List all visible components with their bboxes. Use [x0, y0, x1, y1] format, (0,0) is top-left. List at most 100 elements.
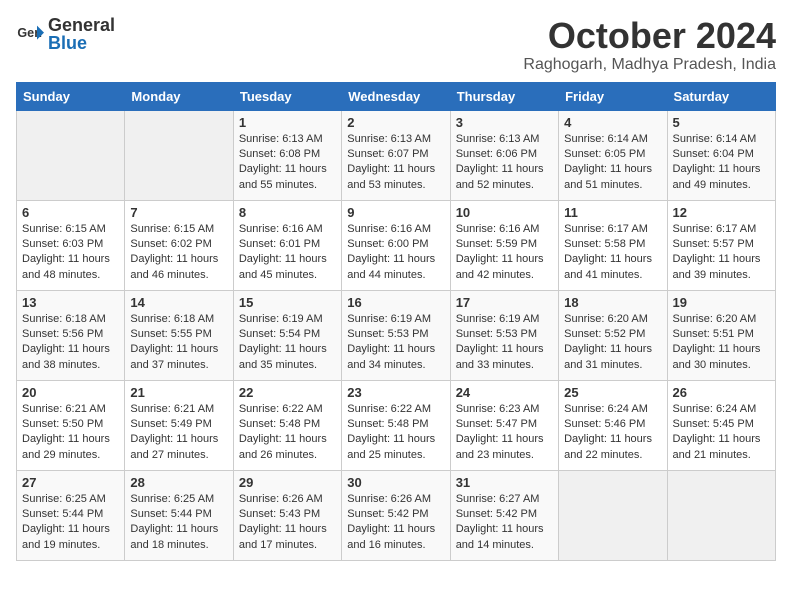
daylight-text: Daylight: 11 hours and 46 minutes.	[130, 253, 218, 280]
sunset-text: Sunset: 6:07 PM	[347, 148, 428, 160]
calendar-cell: 5 Sunrise: 6:14 AM Sunset: 6:04 PM Dayli…	[667, 110, 775, 200]
logo: Gen General Blue	[16, 16, 115, 52]
sunrise-text: Sunrise: 6:13 AM	[347, 133, 431, 145]
cell-content: Sunrise: 6:23 AM Sunset: 5:47 PM Dayligh…	[456, 402, 553, 464]
calendar-week-row: 1 Sunrise: 6:13 AM Sunset: 6:08 PM Dayli…	[17, 110, 776, 200]
sunset-text: Sunset: 6:08 PM	[239, 148, 320, 160]
calendar-cell	[667, 470, 775, 560]
daylight-text: Daylight: 11 hours and 18 minutes.	[130, 523, 218, 550]
cell-content: Sunrise: 6:16 AM Sunset: 6:01 PM Dayligh…	[239, 222, 336, 284]
cell-content: Sunrise: 6:24 AM Sunset: 5:45 PM Dayligh…	[673, 402, 770, 464]
cell-content: Sunrise: 6:22 AM Sunset: 5:48 PM Dayligh…	[347, 402, 444, 464]
calendar-cell	[559, 470, 667, 560]
cell-content: Sunrise: 6:19 AM Sunset: 5:53 PM Dayligh…	[456, 312, 553, 374]
sunrise-text: Sunrise: 6:27 AM	[456, 493, 540, 505]
sunset-text: Sunset: 5:46 PM	[564, 418, 645, 430]
sunrise-text: Sunrise: 6:19 AM	[347, 313, 431, 325]
sunrise-text: Sunrise: 6:23 AM	[456, 403, 540, 415]
sunset-text: Sunset: 5:45 PM	[673, 418, 754, 430]
day-number: 17	[456, 295, 553, 310]
logo-icon: Gen	[16, 20, 44, 48]
calendar-cell: 9 Sunrise: 6:16 AM Sunset: 6:00 PM Dayli…	[342, 200, 450, 290]
sunrise-text: Sunrise: 6:22 AM	[347, 403, 431, 415]
calendar-cell: 4 Sunrise: 6:14 AM Sunset: 6:05 PM Dayli…	[559, 110, 667, 200]
day-number: 27	[22, 475, 119, 490]
sunset-text: Sunset: 5:51 PM	[673, 328, 754, 340]
cell-content: Sunrise: 6:19 AM Sunset: 5:53 PM Dayligh…	[347, 312, 444, 374]
calendar-week-row: 27 Sunrise: 6:25 AM Sunset: 5:44 PM Dayl…	[17, 470, 776, 560]
sunrise-text: Sunrise: 6:16 AM	[347, 223, 431, 235]
calendar-header-row: SundayMondayTuesdayWednesdayThursdayFrid…	[17, 82, 776, 110]
sunset-text: Sunset: 6:04 PM	[673, 148, 754, 160]
sunset-text: Sunset: 6:06 PM	[456, 148, 537, 160]
calendar-cell: 15 Sunrise: 6:19 AM Sunset: 5:54 PM Dayl…	[233, 290, 341, 380]
header-day-saturday: Saturday	[667, 82, 775, 110]
page-header: Gen General Blue October 2024 Raghogarh,…	[16, 16, 776, 74]
day-number: 18	[564, 295, 661, 310]
cell-content: Sunrise: 6:19 AM Sunset: 5:54 PM Dayligh…	[239, 312, 336, 374]
daylight-text: Daylight: 11 hours and 34 minutes.	[347, 343, 435, 370]
day-number: 25	[564, 385, 661, 400]
day-number: 6	[22, 205, 119, 220]
location-title: Raghogarh, Madhya Pradesh, India	[523, 56, 776, 74]
sunset-text: Sunset: 5:44 PM	[22, 508, 103, 520]
cell-content: Sunrise: 6:20 AM Sunset: 5:52 PM Dayligh…	[564, 312, 661, 374]
day-number: 5	[673, 115, 770, 130]
logo-general-text: General	[48, 16, 115, 34]
calendar-cell: 29 Sunrise: 6:26 AM Sunset: 5:43 PM Dayl…	[233, 470, 341, 560]
sunrise-text: Sunrise: 6:13 AM	[456, 133, 540, 145]
sunset-text: Sunset: 5:44 PM	[130, 508, 211, 520]
sunset-text: Sunset: 5:48 PM	[239, 418, 320, 430]
day-number: 3	[456, 115, 553, 130]
day-number: 1	[239, 115, 336, 130]
daylight-text: Daylight: 11 hours and 48 minutes.	[22, 253, 110, 280]
sunrise-text: Sunrise: 6:26 AM	[347, 493, 431, 505]
day-number: 24	[456, 385, 553, 400]
day-number: 31	[456, 475, 553, 490]
calendar-cell: 30 Sunrise: 6:26 AM Sunset: 5:42 PM Dayl…	[342, 470, 450, 560]
calendar-cell: 11 Sunrise: 6:17 AM Sunset: 5:58 PM Dayl…	[559, 200, 667, 290]
day-number: 13	[22, 295, 119, 310]
calendar-cell: 24 Sunrise: 6:23 AM Sunset: 5:47 PM Dayl…	[450, 380, 558, 470]
cell-content: Sunrise: 6:14 AM Sunset: 6:04 PM Dayligh…	[673, 132, 770, 194]
sunrise-text: Sunrise: 6:16 AM	[239, 223, 323, 235]
calendar-cell: 8 Sunrise: 6:16 AM Sunset: 6:01 PM Dayli…	[233, 200, 341, 290]
header-day-monday: Monday	[125, 82, 233, 110]
cell-content: Sunrise: 6:16 AM Sunset: 5:59 PM Dayligh…	[456, 222, 553, 284]
calendar-cell: 2 Sunrise: 6:13 AM Sunset: 6:07 PM Dayli…	[342, 110, 450, 200]
calendar-cell: 7 Sunrise: 6:15 AM Sunset: 6:02 PM Dayli…	[125, 200, 233, 290]
sunset-text: Sunset: 5:42 PM	[456, 508, 537, 520]
sunrise-text: Sunrise: 6:26 AM	[239, 493, 323, 505]
sunset-text: Sunset: 5:53 PM	[347, 328, 428, 340]
calendar-cell: 19 Sunrise: 6:20 AM Sunset: 5:51 PM Dayl…	[667, 290, 775, 380]
sunrise-text: Sunrise: 6:24 AM	[673, 403, 757, 415]
calendar-cell: 3 Sunrise: 6:13 AM Sunset: 6:06 PM Dayli…	[450, 110, 558, 200]
sunset-text: Sunset: 5:49 PM	[130, 418, 211, 430]
day-number: 30	[347, 475, 444, 490]
calendar-cell	[125, 110, 233, 200]
daylight-text: Daylight: 11 hours and 29 minutes.	[22, 433, 110, 460]
header-day-thursday: Thursday	[450, 82, 558, 110]
sunset-text: Sunset: 5:59 PM	[456, 238, 537, 250]
sunrise-text: Sunrise: 6:19 AM	[239, 313, 323, 325]
cell-content: Sunrise: 6:25 AM Sunset: 5:44 PM Dayligh…	[22, 492, 119, 554]
sunset-text: Sunset: 5:54 PM	[239, 328, 320, 340]
daylight-text: Daylight: 11 hours and 19 minutes.	[22, 523, 110, 550]
sunset-text: Sunset: 5:53 PM	[456, 328, 537, 340]
day-number: 12	[673, 205, 770, 220]
sunset-text: Sunset: 5:56 PM	[22, 328, 103, 340]
sunrise-text: Sunrise: 6:21 AM	[130, 403, 214, 415]
calendar-cell: 21 Sunrise: 6:21 AM Sunset: 5:49 PM Dayl…	[125, 380, 233, 470]
calendar-week-row: 6 Sunrise: 6:15 AM Sunset: 6:03 PM Dayli…	[17, 200, 776, 290]
cell-content: Sunrise: 6:27 AM Sunset: 5:42 PM Dayligh…	[456, 492, 553, 554]
sunrise-text: Sunrise: 6:20 AM	[673, 313, 757, 325]
day-number: 4	[564, 115, 661, 130]
sunset-text: Sunset: 6:05 PM	[564, 148, 645, 160]
daylight-text: Daylight: 11 hours and 41 minutes.	[564, 253, 652, 280]
daylight-text: Daylight: 11 hours and 17 minutes.	[239, 523, 327, 550]
header-day-tuesday: Tuesday	[233, 82, 341, 110]
cell-content: Sunrise: 6:15 AM Sunset: 6:02 PM Dayligh…	[130, 222, 227, 284]
cell-content: Sunrise: 6:24 AM Sunset: 5:46 PM Dayligh…	[564, 402, 661, 464]
sunrise-text: Sunrise: 6:13 AM	[239, 133, 323, 145]
daylight-text: Daylight: 11 hours and 23 minutes.	[456, 433, 544, 460]
